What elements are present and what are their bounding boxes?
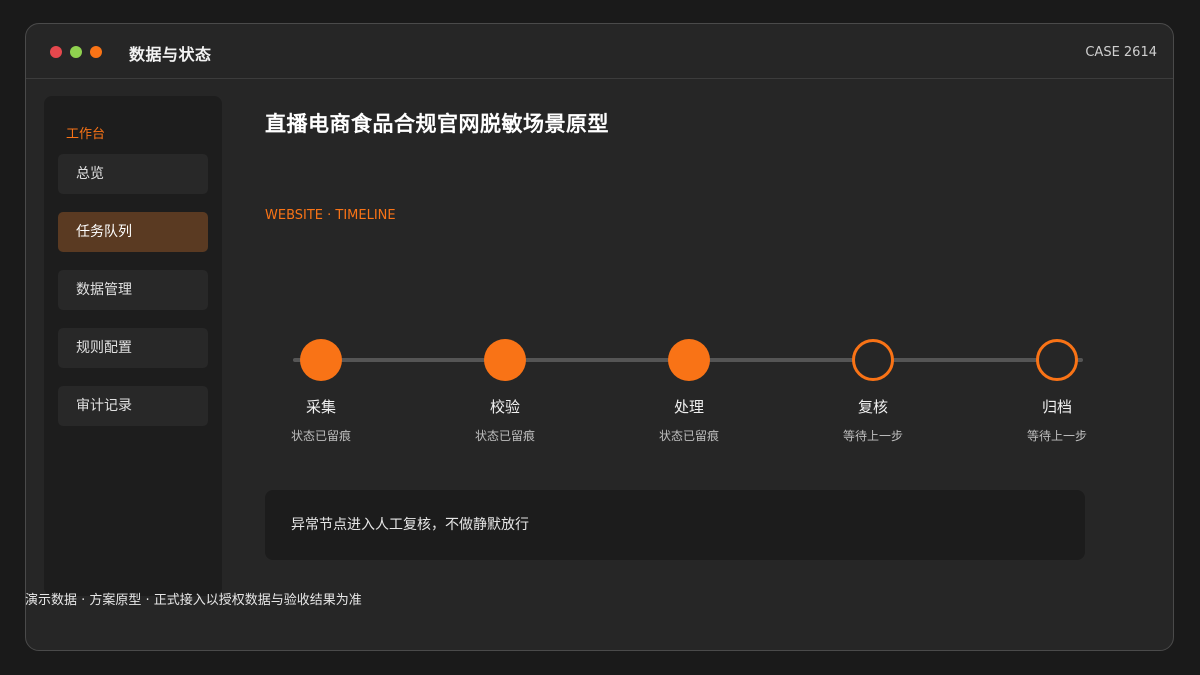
timeline-step-label: 采集 (305, 398, 336, 416)
timeline-step-status: 等待上一步 (842, 429, 903, 443)
timeline-node-2-completed[interactable] (484, 339, 526, 381)
footer-disclaimer: 演示数据 · 方案原型 · 正式接入以授权数据与验收结果为准 (25, 593, 362, 608)
timeline-step-label: 复核 (857, 398, 888, 416)
notice-box: 异常节点进入人工复核，不做静默放行 (265, 490, 1085, 560)
timeline-step-label: 处理 (673, 398, 704, 416)
timeline-step-label: 校验 (489, 398, 520, 416)
timeline-step-status: 等待上一步 (1026, 429, 1087, 443)
timeline-step-status: 状态已留痕 (474, 429, 535, 443)
timeline-node-1-completed[interactable] (300, 339, 342, 381)
timeline-node-5-pending[interactable] (1036, 339, 1078, 381)
timeline-node-3-completed[interactable] (668, 339, 710, 381)
timeline-node-4-pending[interactable] (852, 339, 894, 381)
timeline-step-label: 归档 (1041, 398, 1072, 416)
app-window: 数据与状态 CASE 2614 工作台 总览 任务队列 数据管理 规则配置 审计… (25, 23, 1174, 651)
timeline-step-status: 状态已留痕 (658, 429, 719, 443)
timeline-step-status: 状态已留痕 (290, 429, 351, 443)
